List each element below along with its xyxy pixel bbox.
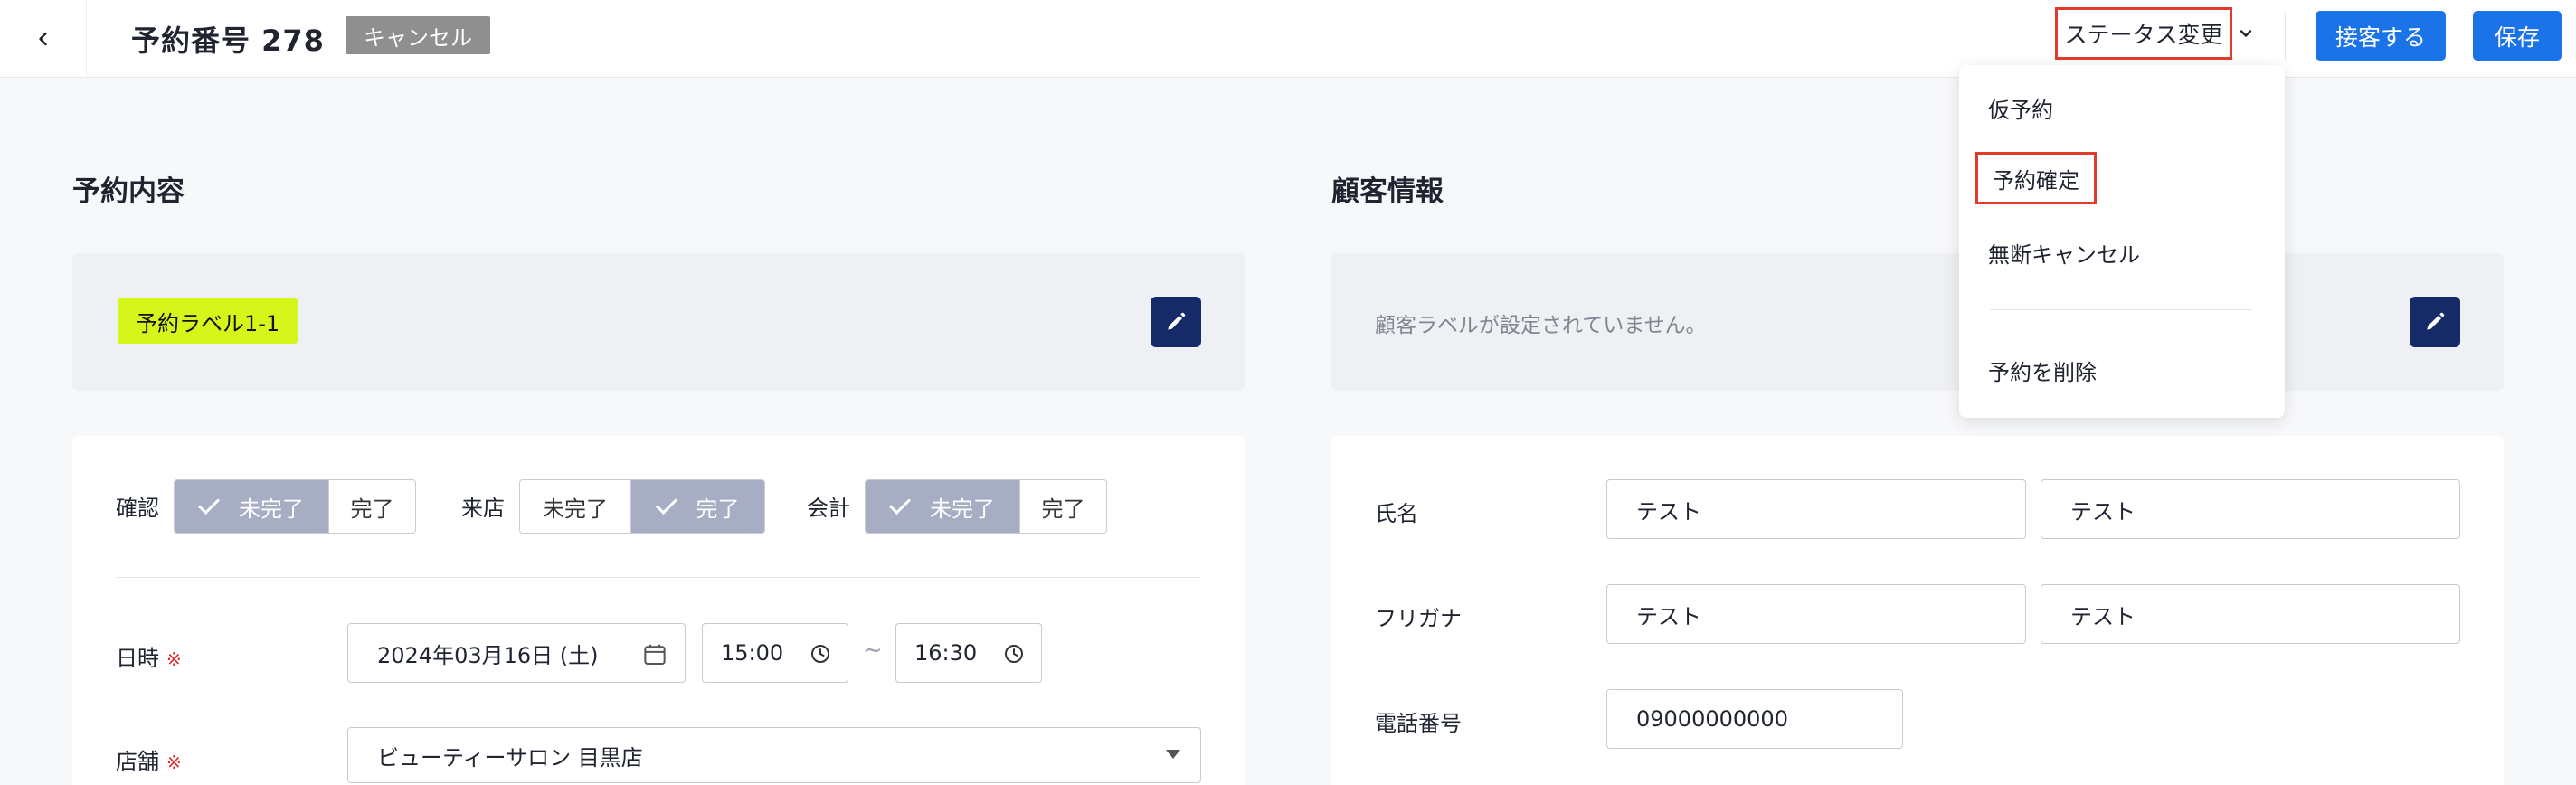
confirm-incomplete-option[interactable]: 未完了 xyxy=(175,480,328,533)
status-dropdown-menu: 仮予約 予約確定 無断キャンセル 予約を削除 xyxy=(1959,65,2285,418)
first-kana-input[interactable]: テスト xyxy=(2041,584,2460,644)
chevron-down-icon xyxy=(2240,30,2252,37)
status-change-button[interactable]: ステータス変更 xyxy=(2055,7,2232,60)
time-range-separator: ~ xyxy=(863,637,883,664)
payment-toggle-label: 会計 xyxy=(807,496,850,521)
name-label: 氏名 xyxy=(1375,501,1418,526)
menu-item-no-show-cancel[interactable]: 無断キャンセル xyxy=(1988,237,2140,269)
phone-input[interactable]: 09000000000 xyxy=(1606,689,1903,749)
menu-item-confirm[interactable]: 予約確定 xyxy=(1975,152,2097,204)
store-label: 店舗 ※ xyxy=(116,749,182,774)
visit-toggle-label: 来店 xyxy=(461,496,505,521)
last-kana-input[interactable]: テスト xyxy=(1606,584,2026,644)
required-mark: ※ xyxy=(166,648,182,670)
datetime-label: 日時 ※ xyxy=(116,646,182,671)
pencil-icon xyxy=(1168,312,1186,330)
visit-complete-option[interactable]: 完了 xyxy=(630,480,764,533)
payment-toggle: 未完了 完了 xyxy=(865,479,1107,534)
confirm-toggle-label: 確認 xyxy=(116,496,159,521)
check-icon xyxy=(888,492,912,515)
reservation-label-card: 予約ラベル1-1 xyxy=(72,253,1245,391)
last-name-input[interactable]: テスト xyxy=(1606,479,2026,539)
chevron-left-icon xyxy=(38,32,47,46)
end-time-input[interactable]: 16:30 xyxy=(895,623,1042,683)
first-name-input[interactable]: テスト xyxy=(2041,479,2460,539)
check-icon xyxy=(655,492,677,515)
edit-reservation-label-button[interactable] xyxy=(1151,297,1201,347)
clock-icon xyxy=(811,645,829,663)
status-change-chevron[interactable] xyxy=(2232,20,2259,47)
pencil-icon xyxy=(2427,312,2445,330)
customer-label-card: 顧客ラベルが設定されていません。 xyxy=(1331,253,2504,391)
form-divider xyxy=(116,577,1201,578)
customer-label-empty-text: 顧客ラベルが設定されていません。 xyxy=(1375,314,1707,337)
payment-complete-option[interactable]: 完了 xyxy=(1019,480,1106,533)
start-time-input[interactable]: 15:00 xyxy=(702,623,848,683)
visit-incomplete-option[interactable]: 未完了 xyxy=(520,480,630,533)
customer-section-title: 顧客情報 xyxy=(1331,175,1444,208)
header-divider xyxy=(2285,13,2286,60)
menu-item-tentative[interactable]: 仮予約 xyxy=(1988,92,2053,124)
payment-incomplete-option[interactable]: 未完了 xyxy=(866,480,1019,533)
phone-label: 電話番号 xyxy=(1375,711,1462,736)
required-mark: ※ xyxy=(166,752,182,773)
save-button[interactable]: 保存 xyxy=(2473,11,2562,61)
menu-divider xyxy=(1990,309,2252,310)
store-select[interactable]: ビューティーサロン 目黒店 xyxy=(347,727,1201,783)
confirm-complete-option[interactable]: 完了 xyxy=(328,480,415,533)
edit-customer-label-button[interactable] xyxy=(2410,297,2460,347)
kana-label: フリガナ xyxy=(1375,606,1462,631)
calendar-icon xyxy=(644,644,666,665)
check-icon xyxy=(197,492,221,515)
caret-down-icon xyxy=(1166,750,1180,759)
reservation-section-title: 予約内容 xyxy=(72,175,185,208)
reservation-label-tag: 予約ラベル1-1 xyxy=(118,298,298,344)
reception-button[interactable]: 接客する xyxy=(2316,11,2446,61)
confirm-toggle: 未完了 完了 xyxy=(174,479,416,534)
menu-item-delete[interactable]: 予約を削除 xyxy=(1988,355,2097,386)
clock-icon xyxy=(1005,645,1023,663)
back-button[interactable] xyxy=(0,0,87,78)
page-title: 予約番号 278 xyxy=(131,24,325,58)
visit-toggle: 未完了 完了 xyxy=(519,479,765,534)
status-badge: キャンセル xyxy=(346,16,490,54)
date-input[interactable]: 2024年03月16日 (土) xyxy=(347,623,686,683)
